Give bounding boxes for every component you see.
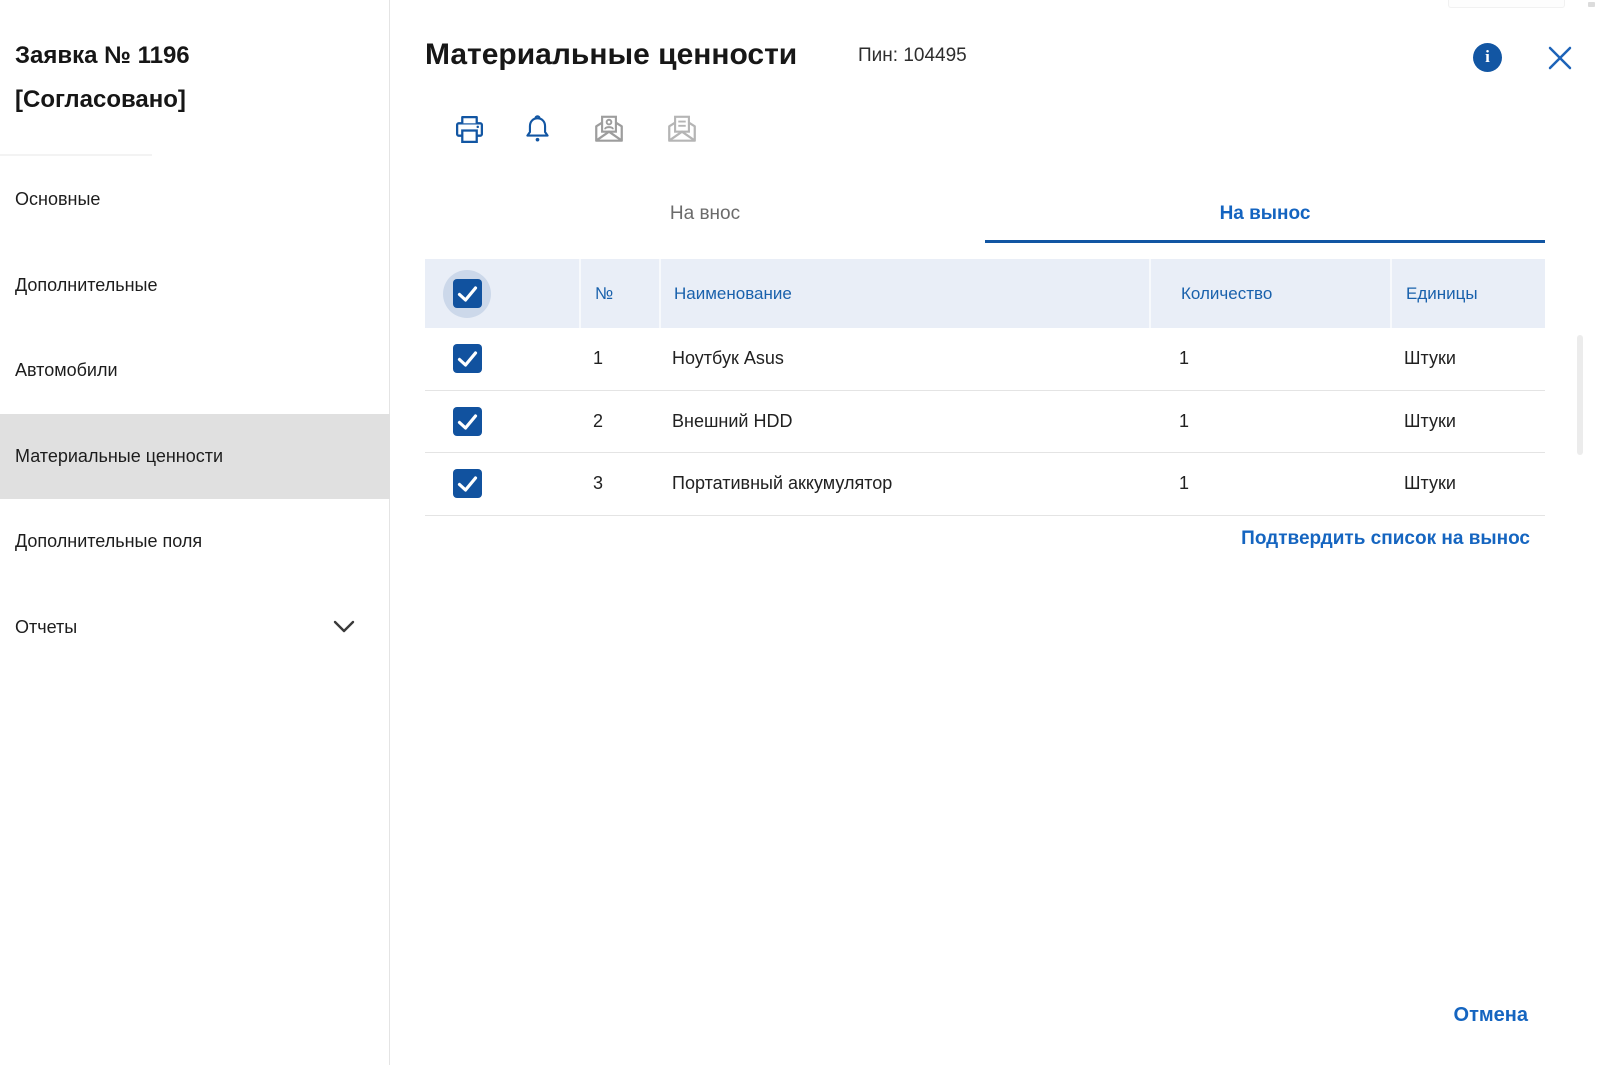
sidebar-item-label: Дополнительные поля xyxy=(15,531,202,552)
select-all-checkbox[interactable] xyxy=(453,279,482,308)
checkmark-icon xyxy=(453,279,482,308)
page-title: Материальные ценности xyxy=(425,38,797,72)
sidebar-item-materialnye-cennosti[interactable]: Материальные ценности xyxy=(0,414,390,500)
cell-qty: 1 xyxy=(1149,391,1390,454)
tabs: На внос На вынос xyxy=(425,185,1545,243)
column-header-qty: Количество xyxy=(1149,259,1390,328)
send-mail-button[interactable] xyxy=(663,110,701,148)
sidebar-item-label: Автомобили xyxy=(15,360,118,381)
checkmark-icon xyxy=(453,407,482,436)
cell-unit: Штуки xyxy=(1390,453,1545,516)
cell-num: 2 xyxy=(579,391,659,454)
cell-qty: 1 xyxy=(1149,453,1390,516)
sidebar-item-otchety[interactable]: Отчеты xyxy=(0,585,390,671)
tab-na-vynos[interactable]: На вынос xyxy=(985,185,1545,243)
divider xyxy=(0,154,152,156)
notification-button[interactable] xyxy=(518,110,556,148)
request-number: Заявка № 1196 xyxy=(15,34,190,78)
table-row-checkbox-cell xyxy=(425,391,579,454)
sidebar: Заявка № 1196 [Согласовано] Основные Доп… xyxy=(0,0,390,1065)
send-contact-mail-button[interactable] xyxy=(590,110,628,148)
cell-unit: Штуки xyxy=(1390,328,1545,391)
sidebar-item-dopolnitelnye[interactable]: Дополнительные xyxy=(0,243,390,329)
scrollbar-thumb[interactable] xyxy=(1577,335,1583,455)
sidebar-nav: Основные Дополнительные Автомобили Матер… xyxy=(0,157,390,670)
items-table: № Наименование Количество Единицы 1 Ноут… xyxy=(425,259,1545,516)
cutoff-corner-fragment xyxy=(1588,2,1595,7)
envelope-contact-icon xyxy=(592,112,626,146)
cell-num: 1 xyxy=(579,328,659,391)
checkmark-icon xyxy=(453,344,482,373)
confirm-list-link[interactable]: Подтвердить список на вынос xyxy=(1241,528,1530,550)
sidebar-item-label: Дополнительные xyxy=(15,275,158,296)
sidebar-item-label: Материальные ценности xyxy=(15,446,223,467)
pin-label: Пин: 104495 xyxy=(858,45,967,67)
modal-window: Заявка № 1196 [Согласовано] Основные Доп… xyxy=(0,0,1600,1065)
tab-na-vnos[interactable]: На внос xyxy=(425,185,985,243)
sidebar-item-osnovnye[interactable]: Основные xyxy=(0,157,390,243)
cell-name: Внешний HDD xyxy=(659,391,1149,454)
sidebar-item-avtomobili[interactable]: Автомобили xyxy=(0,328,390,414)
print-button[interactable] xyxy=(450,110,488,148)
cutoff-button-fragment xyxy=(1448,0,1565,8)
chevron-down-icon xyxy=(333,620,355,634)
info-glyph: i xyxy=(1485,47,1490,67)
checkbox-halo xyxy=(443,270,491,318)
envelope-letter-icon xyxy=(665,112,699,146)
row-checkbox[interactable] xyxy=(453,469,482,498)
sidebar-item-label: Основные xyxy=(15,189,100,210)
column-header-name: Наименование xyxy=(659,259,1149,328)
request-title: Заявка № 1196 [Согласовано] xyxy=(15,34,190,122)
close-x-glyph xyxy=(1546,44,1574,72)
table-row-checkbox-cell xyxy=(425,453,579,516)
checkmark-icon xyxy=(453,469,482,498)
cell-qty: 1 xyxy=(1149,328,1390,391)
cell-unit: Штуки xyxy=(1390,391,1545,454)
cancel-button[interactable]: Отмена xyxy=(1454,1004,1528,1027)
close-icon[interactable] xyxy=(1546,44,1574,72)
printer-icon xyxy=(453,113,486,146)
column-header-num: № xyxy=(579,259,659,328)
sidebar-item-dopolnitelnye-polya[interactable]: Дополнительные поля xyxy=(0,499,390,585)
cell-name: Портативный аккумулятор xyxy=(659,453,1149,516)
sidebar-item-label: Отчеты xyxy=(15,617,77,638)
cell-name: Ноутбук Asus xyxy=(659,328,1149,391)
row-checkbox[interactable] xyxy=(453,407,482,436)
select-all-cell xyxy=(425,259,579,328)
bell-icon xyxy=(522,114,553,145)
request-status: [Согласовано] xyxy=(15,78,190,122)
column-header-unit: Единицы xyxy=(1390,259,1545,328)
row-checkbox[interactable] xyxy=(453,344,482,373)
info-icon[interactable]: i xyxy=(1473,43,1502,72)
cell-num: 3 xyxy=(579,453,659,516)
table-row-checkbox-cell xyxy=(425,328,579,391)
